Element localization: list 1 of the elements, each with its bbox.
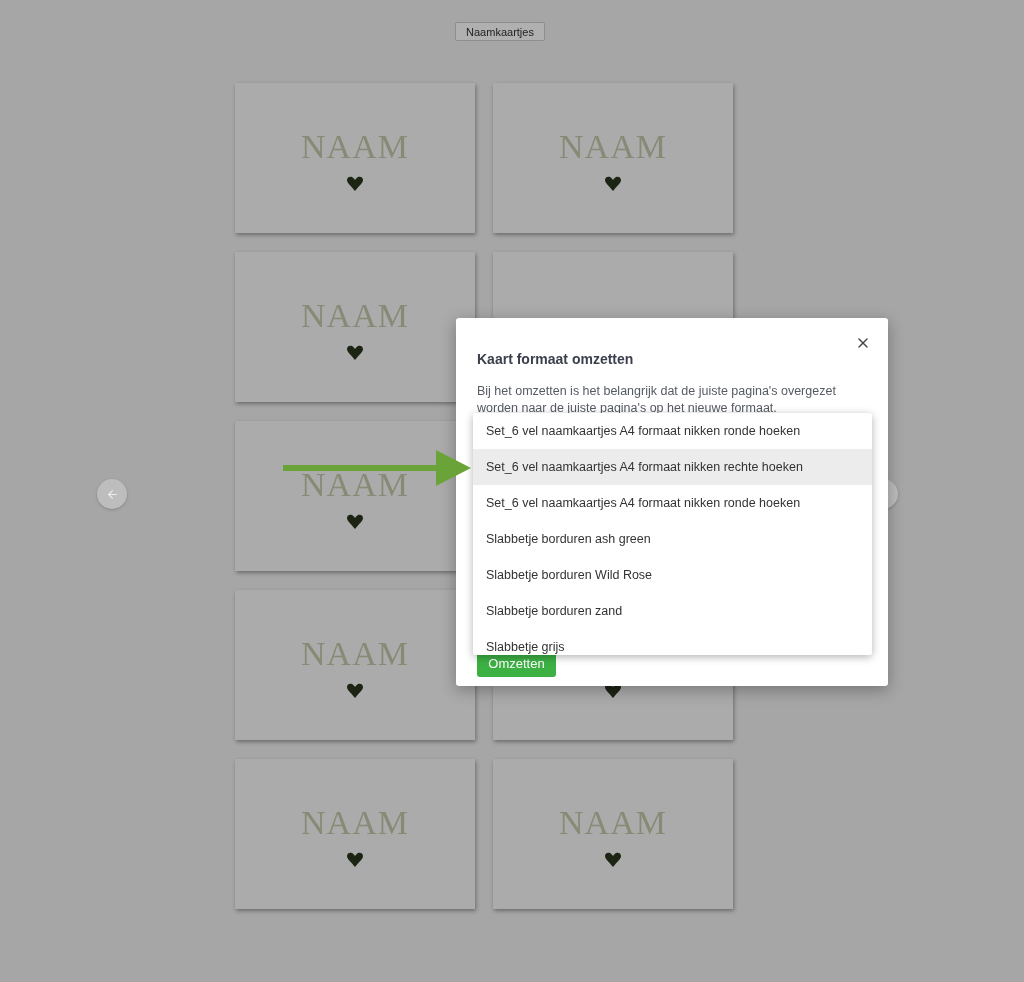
dialog-title: Kaart formaat omzetten: [477, 351, 635, 367]
